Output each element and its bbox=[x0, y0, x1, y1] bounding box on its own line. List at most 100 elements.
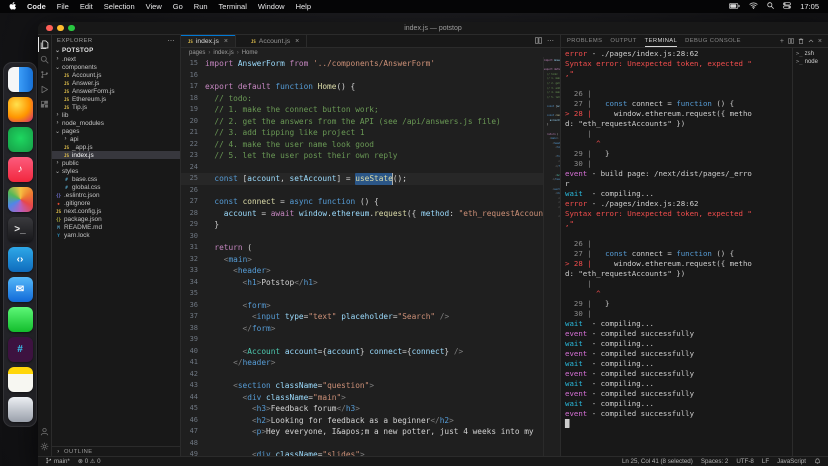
code-line-37[interactable]: 37 <input type="text" placeholder="Searc… bbox=[181, 311, 543, 323]
status-problems[interactable]: ⊗ 0 ⚠ 0 bbox=[78, 458, 101, 465]
close-tab-icon[interactable]: × bbox=[224, 38, 228, 45]
code-line-48[interactable]: 48 bbox=[181, 438, 543, 450]
tree-item-lib[interactable]: ›lib bbox=[52, 111, 180, 119]
tree-item-eslintrc-json[interactable]: {}.eslintrc.json bbox=[52, 191, 180, 199]
code-line-20[interactable]: 20 // 2. get the answers from the API (s… bbox=[181, 116, 543, 128]
code-line-30[interactable]: 30 bbox=[181, 231, 543, 243]
maximize-window-button[interactable] bbox=[68, 25, 75, 32]
code-line-21[interactable]: 21 // 3. add tipping like project 1 bbox=[181, 127, 543, 139]
status-indentation[interactable]: Spaces: 2 bbox=[701, 458, 729, 465]
run-debug-icon[interactable] bbox=[38, 82, 51, 97]
code-line-38[interactable]: 38 </form> bbox=[181, 323, 543, 335]
menu-item-run[interactable]: Run bbox=[194, 2, 208, 11]
panel-tab-terminal[interactable]: TERMINAL bbox=[645, 35, 678, 47]
code-line-19[interactable]: 19 // 1. make the connect button work; bbox=[181, 104, 543, 116]
code-line-16[interactable]: 16 bbox=[181, 70, 543, 82]
code-line-33[interactable]: 33 <header> bbox=[181, 265, 543, 277]
split-editor-icon[interactable] bbox=[535, 37, 542, 46]
tree-item-answer-js[interactable]: JSAnswer.js bbox=[52, 79, 180, 87]
dock-finder-icon[interactable] bbox=[8, 67, 33, 92]
code-line-32[interactable]: 32 <main> bbox=[181, 254, 543, 266]
menu-item-go[interactable]: Go bbox=[173, 2, 183, 11]
titlebar[interactable]: index.js — potstop bbox=[38, 22, 828, 35]
dock-spotify-icon[interactable] bbox=[8, 127, 33, 152]
control-center-icon[interactable] bbox=[783, 2, 791, 11]
code-line-45[interactable]: 45 <h3>Feedback forum</h3> bbox=[181, 403, 543, 415]
kill-terminal-icon[interactable] bbox=[798, 38, 804, 44]
menu-item-edit[interactable]: Edit bbox=[80, 2, 93, 11]
tree-item-components[interactable]: ⌄components bbox=[52, 63, 180, 71]
panel-tab-problems[interactable]: PROBLEMS bbox=[567, 35, 602, 47]
menu-item-terminal[interactable]: Terminal bbox=[219, 2, 247, 11]
tree-item-node-modules[interactable]: ›node_modules bbox=[52, 119, 180, 127]
dock-vscode-icon[interactable]: ‹› bbox=[8, 247, 33, 272]
tree-item-public[interactable]: ›public bbox=[52, 159, 180, 167]
code-line-49[interactable]: 49 <div className="slides"> bbox=[181, 449, 543, 456]
dock-photos-icon[interactable] bbox=[8, 187, 33, 212]
code-line-29[interactable]: 29 } bbox=[181, 219, 543, 231]
battery-icon[interactable] bbox=[729, 2, 740, 11]
dock-notes-icon[interactable] bbox=[8, 367, 33, 392]
tree-item-index-js[interactable]: JSindex.js bbox=[52, 151, 180, 159]
dock-trash-icon[interactable] bbox=[8, 397, 33, 422]
code-line-47[interactable]: 47 <p>Hey everyone, I&apos;m a new potte… bbox=[181, 426, 543, 438]
code-line-25[interactable]: 25 const [account, setAccount] = useStat… bbox=[181, 173, 543, 185]
tree-item-gitignore[interactable]: ◆.gitignore bbox=[52, 199, 180, 207]
tree-item-tip-js[interactable]: JSTip.js bbox=[52, 103, 180, 111]
close-panel-icon[interactable]: × bbox=[818, 38, 822, 45]
code-line-42[interactable]: 42 bbox=[181, 369, 543, 381]
menu-item-code[interactable]: Code bbox=[27, 2, 46, 11]
dock-firefox-icon[interactable] bbox=[8, 97, 33, 122]
tab-index-js[interactable]: JSindex.js× bbox=[181, 35, 236, 47]
status-language-mode[interactable]: JavaScript bbox=[777, 458, 806, 465]
status-encoding[interactable]: UTF-8 bbox=[736, 458, 754, 465]
code-line-43[interactable]: 43 <section className="question"> bbox=[181, 380, 543, 392]
tree-item-ethereum-js[interactable]: JSEthereum.js bbox=[52, 95, 180, 103]
breadcrumb-index-js[interactable]: index.js bbox=[213, 50, 233, 56]
tree-item-next-config-js[interactable]: JSnext.config.js bbox=[52, 207, 180, 215]
more-actions-icon[interactable]: ⋯ bbox=[547, 37, 554, 45]
menu-item-selection[interactable]: Selection bbox=[104, 2, 135, 11]
code-line-35[interactable]: 35 bbox=[181, 288, 543, 300]
menu-item-file[interactable]: File bbox=[57, 2, 69, 11]
code-line-28[interactable]: 28 account = await window.ethereum.reque… bbox=[181, 208, 543, 220]
code-line-23[interactable]: 23 // 5. let the user post their own rep… bbox=[181, 150, 543, 162]
status-branch[interactable]: main* bbox=[45, 457, 70, 466]
explorer-icon[interactable] bbox=[38, 37, 51, 52]
menu-item-view[interactable]: View bbox=[146, 2, 162, 11]
tab-account-js[interactable]: JSAccount.js× bbox=[244, 35, 307, 47]
tree-item-account-js[interactable]: JSAccount.js bbox=[52, 71, 180, 79]
breadcrumb-home[interactable]: Home bbox=[242, 50, 258, 56]
split-terminal-icon[interactable] bbox=[788, 38, 794, 44]
maximize-panel-icon[interactable] bbox=[808, 38, 814, 44]
code-line-34[interactable]: 34 <h1>Potstop</h1> bbox=[181, 277, 543, 289]
tree-item-styles[interactable]: ⌄styles bbox=[52, 167, 180, 175]
code-area[interactable]: 15import AnswerForm from '../components/… bbox=[181, 58, 543, 456]
dock-terminal-icon[interactable]: >_ bbox=[8, 217, 33, 242]
code-line-18[interactable]: 18 // todo: bbox=[181, 93, 543, 105]
account-icon[interactable] bbox=[38, 424, 51, 439]
code-line-41[interactable]: 41 </header> bbox=[181, 357, 543, 369]
tree-item-answerform-js[interactable]: JSAnswerForm.js bbox=[52, 87, 180, 95]
tree-item-api[interactable]: ›api bbox=[52, 135, 180, 143]
panel-tab-output[interactable]: OUTPUT bbox=[610, 35, 636, 47]
code-line-24[interactable]: 24 bbox=[181, 162, 543, 174]
dock-slack-icon[interactable]: # bbox=[8, 337, 33, 362]
spotlight-icon[interactable] bbox=[767, 2, 774, 11]
code-line-15[interactable]: 15import AnswerForm from '../components/… bbox=[181, 58, 543, 70]
notifications-bell-icon[interactable] bbox=[814, 458, 821, 465]
clock[interactable]: 17:05 bbox=[800, 2, 819, 11]
project-root-row[interactable]: ⌄ POTSTOP bbox=[52, 46, 180, 55]
source-control-icon[interactable] bbox=[38, 67, 51, 82]
code-line-36[interactable]: 36 <form> bbox=[181, 300, 543, 312]
tree-item-pages[interactable]: ⌄pages bbox=[52, 127, 180, 135]
outline-section[interactable]: › OUTLINE bbox=[52, 446, 180, 456]
dock-mail-icon[interactable]: ✉ bbox=[8, 277, 33, 302]
code-line-46[interactable]: 46 <h2>Looking for feedback as a beginne… bbox=[181, 415, 543, 427]
menu-item-help[interactable]: Help bbox=[296, 2, 311, 11]
code-line-27[interactable]: 27 const connect = async function () { bbox=[181, 196, 543, 208]
tree-item-package-json[interactable]: {}package.json bbox=[52, 215, 180, 223]
tree-item-readme-md[interactable]: MREADME.md bbox=[52, 223, 180, 231]
terminal-instance-zsh[interactable]: >_zsh bbox=[793, 50, 828, 58]
tree-item-global-css[interactable]: #global.css bbox=[52, 183, 180, 191]
